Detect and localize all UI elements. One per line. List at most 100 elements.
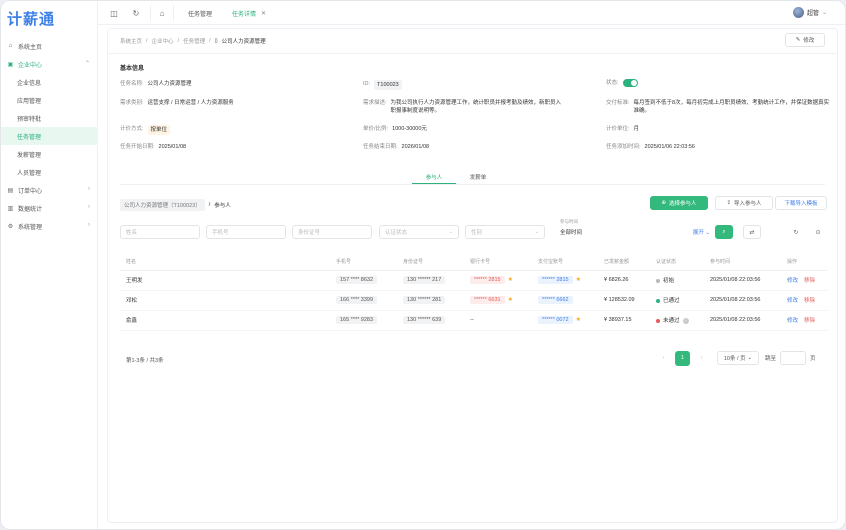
edit-button[interactable]: ✎ 修改 xyxy=(785,33,825,47)
participation-time-filter[interactable]: 参与时间 全部时间 展开 ⌄ xyxy=(548,219,710,239)
status-toggle[interactable] xyxy=(622,79,638,87)
cell-alipay: ****** 6662 xyxy=(532,290,598,311)
jump-page-input[interactable] xyxy=(780,351,807,365)
field-task-name: 任务名称: 公司人力资源管理 xyxy=(120,81,192,87)
sidebar-subitem-company-info[interactable]: 企业信息 xyxy=(1,73,98,91)
cell-auth-status: 初始 xyxy=(650,270,704,291)
user-name: 超管 xyxy=(806,11,819,17)
settings-button[interactable]: ⊙ xyxy=(810,225,826,239)
tab-task-management[interactable]: 任务管理 xyxy=(178,5,222,21)
jump-label: 跳至 xyxy=(765,356,777,362)
close-icon[interactable]: ✕ xyxy=(261,10,266,17)
tab-task-detail[interactable]: 任务详情 ✕ xyxy=(222,5,276,21)
sub-tabs: 参与人 发薪单 xyxy=(412,170,500,184)
topbar: ◫ ↻ ⌂ 任务管理 任务详情 ✕ 超管 ⌄ xyxy=(98,1,845,25)
sidebar-item-home[interactable]: ⌂ 系统主页 xyxy=(1,37,98,55)
document-icon: ▯ xyxy=(214,38,218,44)
cell-time: 2025/01/08 22:03:56 xyxy=(704,270,781,291)
home-tab-icon[interactable]: ⌂ xyxy=(150,5,174,21)
table-row: 俞鑫 165 **** 9283 130 ****** 639 -- ****** 00… xyxy=(120,310,827,331)
cell-phone: 165 **** 9283 xyxy=(330,310,397,331)
cell-idcard: 130 ****** 217 xyxy=(397,270,464,291)
edit-row-button[interactable]: 修改 xyxy=(787,318,798,324)
gender-select[interactable]: 性别 ⌄ xyxy=(465,225,545,239)
divider xyxy=(120,184,825,185)
name-filter-input[interactable]: 姓名 xyxy=(120,225,200,239)
breadcrumb: 系统主页 / 企业中心 / 任务管理 / ▯ 公司人力资源管理 xyxy=(120,37,266,45)
phone-filter-input[interactable]: 手机号 xyxy=(206,225,286,239)
breadcrumb-item[interactable]: 系统主页 xyxy=(120,37,142,45)
app-logo: 计薪通 xyxy=(7,10,56,28)
tab-label: 任务详情 xyxy=(232,11,257,18)
prev-page-icon[interactable]: ‹ xyxy=(656,351,671,366)
user-menu[interactable]: 超管 ⌄ xyxy=(792,7,827,18)
sidebar-subitem-payroll[interactable]: 发薪管理 xyxy=(1,145,98,163)
tab-payslips[interactable]: 发薪单 xyxy=(456,170,500,184)
download-template-button[interactable]: 下载导入模板 xyxy=(775,196,827,210)
sidebar-item-stats[interactable]: ▥ 数据统计 › xyxy=(1,199,98,217)
page-number-current[interactable]: 1 xyxy=(675,350,690,366)
button-label: 下载导入模板 xyxy=(784,201,818,207)
select-participant-button[interactable]: ⊕ 选择参与人 xyxy=(650,196,708,210)
building-icon: ▣ xyxy=(7,61,14,68)
cell-phone: 166 **** 3399 xyxy=(330,290,397,311)
help-icon[interactable]: ? xyxy=(682,318,689,324)
idcard-filter-input[interactable]: 身份证号 xyxy=(292,225,372,239)
refresh-icon: ↻ xyxy=(793,229,799,236)
sidebar-item-label: 企业中心 xyxy=(18,62,43,69)
page-size-select[interactable]: 10条 / 页 ⌄ xyxy=(717,351,759,365)
sidebar-item-label: 数据统计 xyxy=(18,206,43,213)
auth-status-select[interactable]: 认证状态 ⌄ xyxy=(379,225,459,239)
cell-name: 邓松 xyxy=(120,290,330,311)
next-page-icon[interactable]: › xyxy=(694,351,709,366)
cell-idcard: 130 ****** 281 xyxy=(397,290,464,311)
sidebar-item-label: 订单中心 xyxy=(18,188,43,195)
table-row: 邓松 166 **** 3399 130 ****** 281 ****** 6631… xyxy=(120,290,827,311)
edit-row-button[interactable]: 修改 xyxy=(787,298,798,304)
field-end-date: 任务结束日期: 2026/01/08 xyxy=(363,144,430,150)
sidebar-toggle-icon[interactable]: ◫ xyxy=(108,7,120,19)
reset-button[interactable]: ⇄ xyxy=(743,225,761,239)
field-description: 需求描述: 为我公司执行人力资源管理工作，统计职员并报考勤及绩效，新职员入职报事… xyxy=(363,100,562,114)
cell-time: 2025/01/08 22:03:56 xyxy=(704,310,781,331)
column-header: 认证状态 xyxy=(650,254,704,271)
edit-row-button[interactable]: 修改 xyxy=(787,278,798,284)
sidebar-subitem-app-management[interactable]: 应用管理 xyxy=(1,91,98,109)
sidebar-subitem-task-management[interactable]: 任务管理 xyxy=(1,127,98,145)
sidebar-item-enterprise[interactable]: ▣ 企业中心 ⌃ xyxy=(1,55,98,73)
section-title: 基本信息 xyxy=(120,66,145,72)
cell-bank: ****** 6631 ★ xyxy=(464,290,532,311)
chevron-right-icon: › xyxy=(88,204,90,210)
tab-participants[interactable]: 参与人 xyxy=(412,170,456,184)
sidebar-item-system[interactable]: ⚙ 系统管理 › xyxy=(1,217,98,235)
cell-alipay: ****** 0072 ★ xyxy=(532,310,598,331)
breadcrumb-item[interactable]: 任务管理 xyxy=(183,37,205,45)
field-pricing-unit: 计价单位: 月 xyxy=(606,126,640,132)
gear-icon: ⚙ xyxy=(7,223,14,230)
field-id: ID: T100023 xyxy=(363,80,402,90)
sidebar-subitem-personnel[interactable]: 人员管理 xyxy=(1,163,98,181)
chevron-up-icon: ⌃ xyxy=(84,61,90,67)
expand-filter-toggle[interactable]: 展开 ⌄ xyxy=(693,228,710,236)
chevron-right-icon: › xyxy=(88,186,90,192)
cell-idcard: 130 ****** 639 xyxy=(397,310,464,331)
search-button[interactable]: ⌕ xyxy=(715,225,733,239)
pencil-icon: ✎ xyxy=(795,37,801,43)
import-participant-button[interactable]: ⇪ 导入参与人 xyxy=(715,196,773,210)
remove-row-button[interactable]: 移除 xyxy=(804,318,815,324)
sidebar-subitem-pre-approval[interactable]: 预审特批 xyxy=(1,109,98,127)
status-dot-icon xyxy=(656,318,660,323)
swap-icon: ⇄ xyxy=(749,229,755,236)
cell-bank: ****** 2815 ★ xyxy=(464,270,532,291)
chevron-down-icon: ⌄ xyxy=(747,355,753,361)
refresh-icon[interactable]: ↻ xyxy=(130,7,142,19)
remove-row-button[interactable]: 移除 xyxy=(804,278,815,284)
breadcrumb-item[interactable]: 企业中心 xyxy=(152,37,174,45)
refresh-button[interactable]: ↻ xyxy=(788,225,804,239)
star-icon: ★ xyxy=(507,277,513,283)
remove-row-button[interactable]: 移除 xyxy=(804,298,815,304)
pagination-total: 第1-3条 / 共3条 xyxy=(126,358,164,364)
sidebar-item-orders[interactable]: ▤ 订单中心 › xyxy=(1,181,98,199)
cell-name: 俞鑫 xyxy=(120,310,330,331)
parent-task-pill[interactable]: 公司人力资源管理（T100023） xyxy=(120,199,205,211)
